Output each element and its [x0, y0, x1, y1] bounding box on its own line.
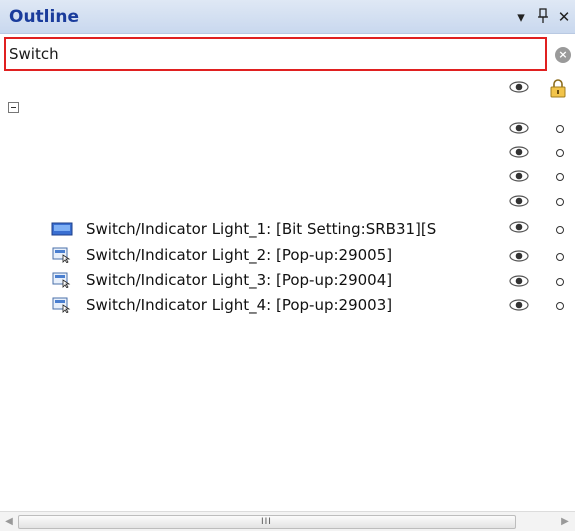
scrollbar-thumb[interactable]: III: [18, 515, 516, 529]
popup-switch-icon: [52, 297, 71, 313]
search-field: [4, 37, 547, 71]
visibility-eye-icon[interactable]: [509, 146, 529, 158]
scroll-left-icon[interactable]: ◀: [3, 516, 15, 528]
lock-toggle-dot[interactable]: [556, 173, 564, 181]
tree-item-label: Switch/Indicator Light_3: [Pop-up:29004]: [86, 271, 393, 289]
lock-icon[interactable]: [549, 78, 567, 98]
lock-toggle-dot[interactable]: [556, 253, 564, 261]
visibility-eye-icon[interactable]: [509, 250, 529, 262]
visibility-eye-icon[interactable]: [509, 195, 529, 207]
visibility-eye-icon[interactable]: [509, 170, 529, 182]
collapse-icon[interactable]: [8, 102, 19, 113]
tree-item-label: Switch/Indicator Light_2: [Pop-up:29005]: [86, 246, 393, 264]
lock-toggle-dot[interactable]: [556, 302, 564, 310]
outline-panel-header: Outline ▾ ✕: [0, 0, 575, 34]
visibility-eye-icon[interactable]: [509, 221, 529, 233]
scrollbar-grip: III: [261, 517, 272, 527]
lock-toggle-dot[interactable]: [556, 198, 564, 206]
popup-switch-icon: [52, 272, 71, 288]
dropdown-arrow-icon[interactable]: ▾: [513, 8, 529, 26]
lock-toggle-dot[interactable]: [556, 149, 564, 157]
pin-icon[interactable]: [535, 8, 551, 26]
popup-switch-icon: [52, 247, 71, 263]
lock-toggle-dot[interactable]: [556, 125, 564, 133]
visibility-eye-icon[interactable]: [509, 299, 529, 311]
visibility-eye-icon[interactable]: [509, 81, 529, 93]
visibility-eye-icon[interactable]: [509, 122, 529, 134]
lock-toggle-dot[interactable]: [556, 278, 564, 286]
tree-item-label: Switch/Indicator Light_1: [Bit Setting:S…: [86, 220, 437, 238]
bit-switch-icon: [51, 222, 73, 236]
tree-item-label: Switch/Indicator Light_4: [Pop-up:29003]: [86, 296, 393, 314]
search-input[interactable]: [9, 42, 542, 66]
visibility-eye-icon[interactable]: [509, 275, 529, 287]
horizontal-scrollbar[interactable]: ◀ III ▶: [0, 511, 575, 531]
panel-title: Outline: [9, 7, 79, 27]
close-icon[interactable]: ✕: [556, 8, 572, 26]
lock-toggle-dot[interactable]: [556, 226, 564, 234]
clear-search-icon[interactable]: ×: [555, 47, 571, 63]
scroll-right-icon[interactable]: ▶: [559, 516, 571, 528]
